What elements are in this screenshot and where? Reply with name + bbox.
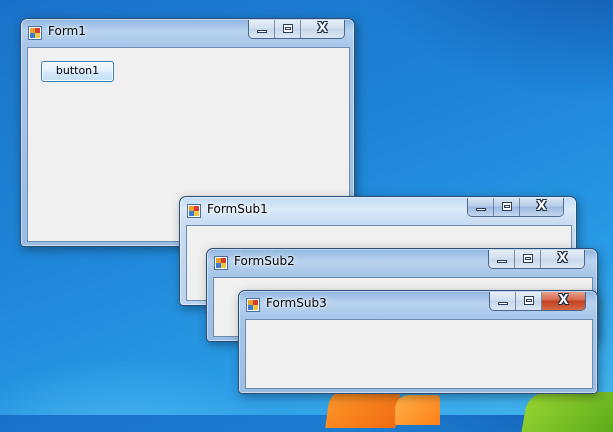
title-bar[interactable]: FormSub2 X (207, 249, 597, 275)
app-icon[interactable] (214, 256, 228, 270)
minimize-icon (257, 30, 267, 33)
window-formsub3[interactable]: FormSub3 X (238, 290, 598, 394)
maximize-icon (283, 24, 293, 33)
close-icon: X (557, 251, 568, 266)
minimize-icon (476, 208, 486, 211)
caption-buttons: X (248, 20, 345, 39)
minimize-button[interactable] (249, 20, 275, 38)
title-bar[interactable]: Form1 X (21, 19, 354, 45)
window-title: FormSub2 (234, 254, 295, 268)
close-icon: X (317, 21, 328, 36)
close-icon: X (558, 293, 569, 308)
maximize-icon (524, 296, 534, 305)
maximize-button[interactable] (494, 198, 520, 216)
maximize-button[interactable] (275, 20, 301, 38)
maximize-icon (502, 202, 512, 211)
app-icon[interactable] (246, 298, 260, 312)
minimize-icon (498, 302, 508, 305)
minimize-icon (497, 260, 507, 263)
windows-logo-green (521, 392, 613, 432)
minimize-button[interactable] (489, 250, 515, 268)
windows-logo-orange-2 (395, 395, 440, 425)
title-bar[interactable]: FormSub1 X (180, 197, 576, 223)
window-title: Form1 (48, 24, 86, 38)
maximize-button[interactable] (516, 292, 542, 310)
minimize-button[interactable] (468, 198, 494, 216)
caption-buttons: X (489, 292, 586, 311)
window-title: FormSub3 (266, 296, 327, 310)
maximize-button[interactable] (515, 250, 541, 268)
caption-buttons: X (467, 198, 564, 217)
app-icon[interactable] (28, 26, 42, 40)
client-area (245, 319, 593, 389)
maximize-icon (523, 254, 533, 263)
button1[interactable]: button1 (41, 61, 114, 82)
app-icon[interactable] (187, 204, 201, 218)
close-button[interactable]: X (520, 198, 563, 216)
caption-buttons: X (488, 250, 585, 269)
close-icon: X (536, 199, 547, 214)
close-button[interactable]: X (542, 292, 585, 310)
minimize-button[interactable] (490, 292, 516, 310)
windows-logo-orange (325, 388, 401, 428)
title-bar[interactable]: FormSub3 X (239, 291, 597, 317)
close-button[interactable]: X (301, 20, 344, 38)
window-title: FormSub1 (207, 202, 268, 216)
close-button[interactable]: X (541, 250, 584, 268)
